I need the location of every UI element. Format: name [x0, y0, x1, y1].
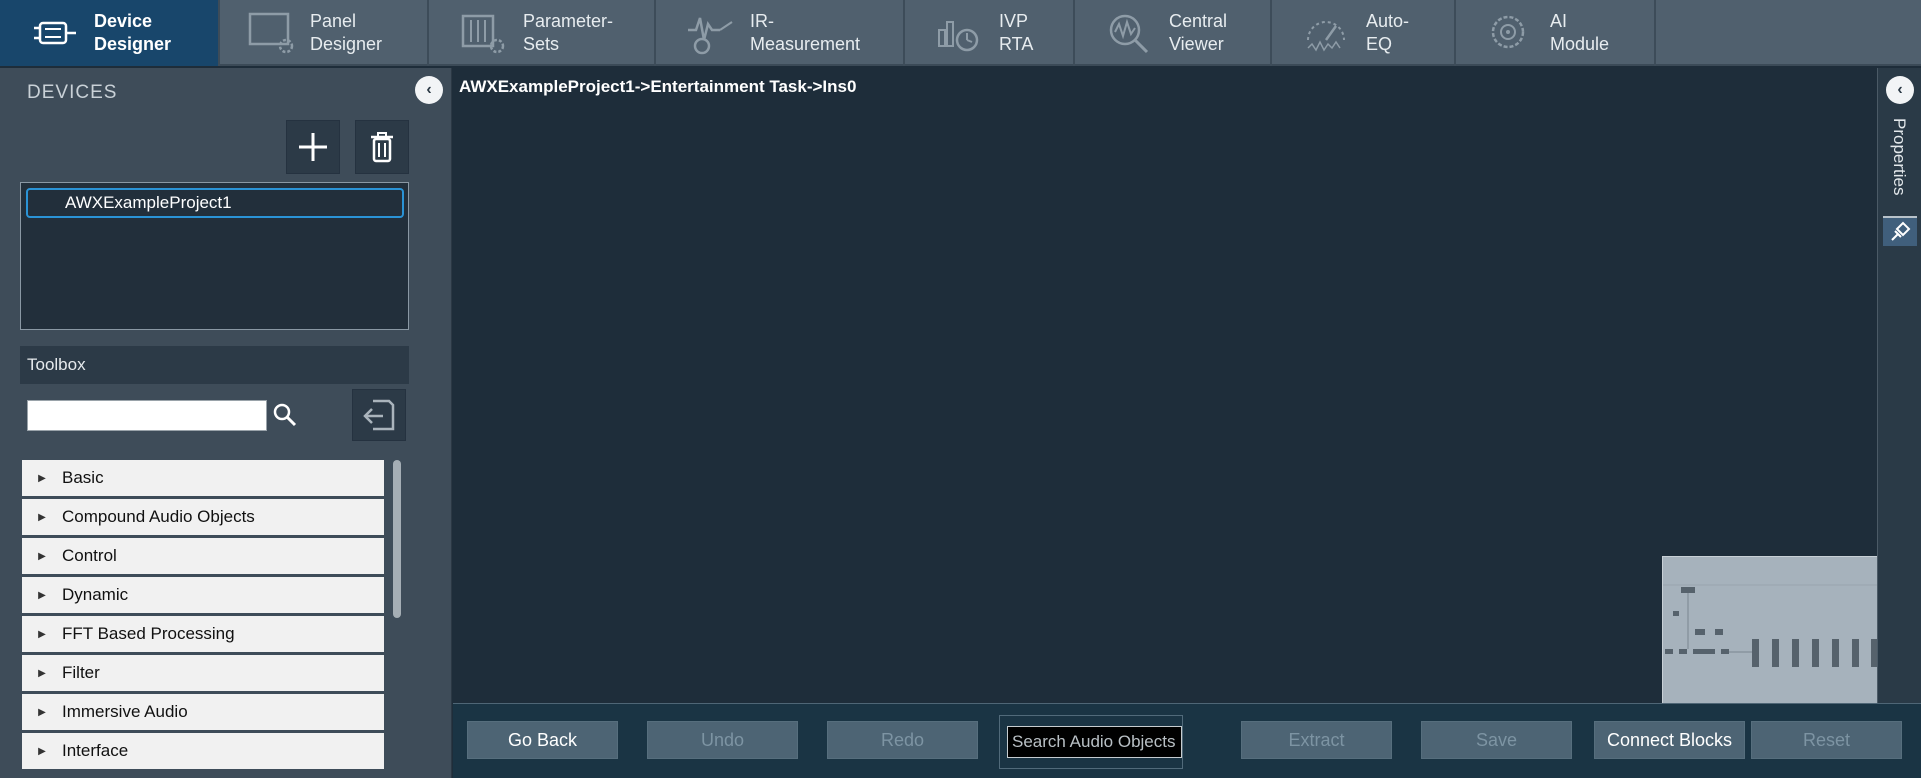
add-device-button[interactable] — [286, 120, 340, 174]
caret-right-icon: ▶ — [38, 511, 46, 523]
plus-icon — [299, 133, 327, 161]
save-button[interactable]: Save — [1421, 721, 1572, 759]
minimap-preview — [1663, 584, 1878, 667]
import-icon — [363, 399, 395, 431]
connect-blocks-button[interactable]: Connect Blocks — [1594, 721, 1745, 759]
tree-item-immersive-audio[interactable]: ▶ Immersive Audio — [22, 694, 384, 730]
ivp-rta-icon — [935, 10, 985, 56]
tab-label-line2: Measurement — [750, 34, 861, 54]
device-item[interactable]: AWXExampleProject1 — [26, 188, 404, 218]
tab-label-line2: EQ — [1366, 34, 1393, 54]
tab-label-line1: Panel — [310, 11, 357, 31]
panel-designer-icon — [246, 10, 296, 56]
tree-item-label: Compound Audio Objects — [62, 507, 255, 526]
tree-item-compound-audio-objects[interactable]: ▶ Compound Audio Objects — [22, 499, 384, 535]
ir-measurement-icon — [686, 10, 736, 56]
toolbox-tree: ▶ Basic ▶ Compound Audio Objects ▶ Control … — [22, 460, 384, 772]
tab-label-line1: IVP — [999, 11, 1029, 31]
design-canvas[interactable]: AWXExampleProject1->Entertainment Task->… — [453, 68, 1878, 703]
go-back-button[interactable]: Go Back — [467, 721, 618, 759]
tab-label-line2: Sets — [523, 34, 560, 54]
properties-tab[interactable]: Properties — [1884, 118, 1914, 200]
caret-right-icon: ▶ — [38, 589, 46, 601]
tab-auto-eq[interactable]: Auto- EQ — [1272, 0, 1456, 66]
trash-icon — [371, 132, 393, 163]
tab-label-line2: Viewer — [1169, 34, 1224, 54]
collapse-left-panel-button[interactable]: ‹ — [415, 76, 443, 104]
caret-right-icon: ▶ — [38, 472, 46, 484]
tree-item-dynamic[interactable]: ▶ Dynamic — [22, 577, 384, 613]
tree-item-label: Basic — [62, 468, 104, 487]
tab-label-line1: Auto- — [1366, 11, 1410, 31]
canvas-minimap[interactable] — [1662, 556, 1878, 703]
tree-item-basic[interactable]: ▶ Basic — [22, 460, 384, 496]
tab-label-line2: Designer — [94, 34, 172, 54]
tree-item-label: FFT Based Processing — [62, 624, 235, 643]
tree-item-label: Immersive Audio — [62, 702, 188, 721]
tree-item-control[interactable]: ▶ Control — [22, 538, 384, 574]
tab-device-designer[interactable]: Device Designer — [0, 0, 220, 66]
scrollbar-thumb[interactable] — [393, 460, 401, 618]
caret-right-icon: ▶ — [38, 667, 46, 679]
caret-right-icon: ▶ — [38, 745, 46, 757]
tab-label-line1: Parameter- — [523, 11, 614, 31]
tab-label-line2: RTA — [999, 34, 1034, 54]
top-tab-bar: Device Designer Panel Designer Parameter- S… — [0, 0, 1921, 66]
search-audio-objects-container — [999, 715, 1183, 769]
undo-button[interactable]: Undo — [647, 721, 798, 759]
tree-item-interface[interactable]: ▶ Interface — [22, 733, 384, 769]
device-designer-icon — [30, 10, 80, 56]
import-toolbox-button[interactable] — [352, 389, 406, 441]
ai-module-icon — [1486, 10, 1536, 56]
chevron-left-icon: ‹ — [1897, 81, 1903, 98]
device-list: AWXExampleProject1 — [20, 182, 409, 330]
search-audio-objects-input[interactable] — [1007, 726, 1182, 758]
breadcrumb: AWXExampleProject1->Entertainment Task->… — [459, 77, 857, 96]
tree-item-label: Interface — [62, 741, 129, 760]
tab-label-line1: AI — [1550, 11, 1568, 31]
tree-item-label: Dynamic — [62, 585, 129, 604]
tab-central-viewer[interactable]: Central Viewer — [1075, 0, 1272, 66]
tab-label-line2: Module — [1550, 34, 1610, 54]
tree-item-filter[interactable]: ▶ Filter — [22, 655, 384, 691]
toolbox-scrollbar[interactable] — [392, 460, 402, 778]
caret-right-icon: ▶ — [38, 706, 46, 718]
pin-icon — [1891, 221, 1911, 241]
extract-button[interactable]: Extract — [1241, 721, 1392, 759]
expand-properties-button[interactable]: ‹ — [1886, 76, 1914, 104]
devices-title: DEVICES — [27, 82, 118, 103]
tab-panel-designer[interactable]: Panel Designer — [220, 0, 429, 66]
properties-pin-button[interactable] — [1883, 216, 1917, 246]
reset-button[interactable]: Reset — [1751, 721, 1902, 759]
tab-label-line2: Designer — [310, 34, 383, 54]
tab-label-line1: Central — [1169, 11, 1228, 31]
search-icon[interactable] — [272, 402, 298, 428]
tab-parameter-sets[interactable]: Parameter- Sets — [429, 0, 656, 66]
delete-device-button[interactable] — [355, 120, 409, 174]
parameter-sets-icon — [459, 10, 509, 56]
properties-panel-collapsed: ‹ Properties — [1877, 68, 1921, 703]
toolbox-header: Toolbox — [20, 346, 409, 384]
tab-ai-module[interactable]: AI Module — [1456, 0, 1656, 66]
bottom-action-bar: Go Back Undo Redo Extract Save Connect B… — [453, 703, 1921, 778]
left-panel: DEVICES ‹ AWXExampleProject1 Toolbox ▶ Ba… — [0, 68, 452, 778]
tab-label-line1: Device — [94, 11, 153, 31]
caret-right-icon: ▶ — [38, 550, 46, 562]
central-viewer-icon — [1105, 10, 1155, 56]
caret-right-icon: ▶ — [38, 628, 46, 640]
tab-ivp-rta[interactable]: IVP RTA — [905, 0, 1075, 66]
auto-eq-icon — [1302, 10, 1352, 56]
tree-item-fft-based-processing[interactable]: ▶ FFT Based Processing — [22, 616, 384, 652]
tab-ir-measurement[interactable]: IR- Measurement — [656, 0, 905, 66]
tree-item-label: Filter — [62, 663, 100, 682]
tree-item-label: Control — [62, 546, 117, 565]
redo-button[interactable]: Redo — [827, 721, 978, 759]
toolbox-search-input[interactable] — [27, 400, 267, 431]
chevron-left-icon: ‹ — [426, 81, 432, 98]
tab-label-line1: IR- — [750, 11, 774, 31]
